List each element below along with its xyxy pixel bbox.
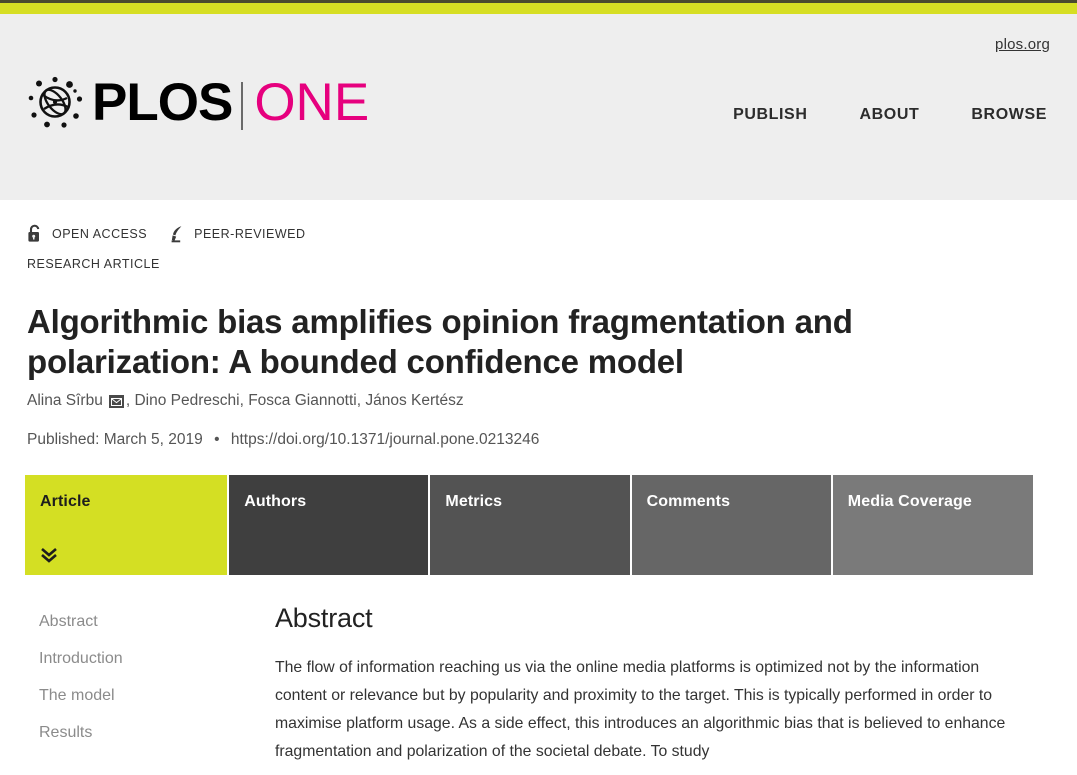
tab-comments[interactable]: Comments	[631, 474, 831, 575]
author-name[interactable]: Dino Pedreschi	[134, 392, 239, 410]
author-name[interactable]: Fosca Giannotti	[248, 392, 357, 410]
nav-item-browse[interactable]: BROWSE	[971, 106, 1047, 124]
sidebar-item-introduction[interactable]: Introduction	[25, 650, 275, 668]
doi-link[interactable]: https://doi.org/10.1371/journal.pone.021…	[231, 431, 540, 448]
content-area: Abstract Introduction The model Results …	[0, 603, 1077, 766]
badge-group: OPEN ACCESS PEER-REVIEWED	[27, 224, 1077, 243]
author-separator: ,	[239, 391, 249, 409]
bullet-separator: •	[214, 430, 220, 448]
article-section-nav: Abstract Introduction The model Results	[25, 603, 275, 766]
open-access-badge[interactable]: OPEN ACCESS	[27, 224, 147, 243]
article-content: Abstract The flow of information reachin…	[275, 603, 1077, 766]
author-separator: ,	[356, 391, 366, 409]
publication-line: Published: March 5, 2019 • https://doi.o…	[27, 431, 1077, 449]
plos-globe-icon	[24, 71, 86, 133]
tab-label: Media Coverage	[847, 492, 972, 510]
site-header: plos.org PLOS ONE PUBLISH ABOUT BROWSE	[0, 14, 1077, 200]
nav-item-publish[interactable]: PUBLISH	[733, 106, 807, 124]
tab-label: Comments	[646, 492, 731, 510]
peer-reviewed-label: PEER-REVIEWED	[194, 226, 306, 241]
sidebar-item-abstract[interactable]: Abstract	[25, 613, 275, 631]
logo-divider	[241, 82, 244, 130]
main-navigation: PUBLISH ABOUT BROWSE	[733, 106, 1047, 124]
quill-icon	[169, 224, 185, 243]
tab-label: Metrics	[445, 492, 503, 510]
tab-metrics[interactable]: Metrics	[430, 474, 630, 575]
tab-label: Article	[40, 492, 91, 510]
top-accent-bar	[0, 3, 1077, 14]
article-tab-bar: Article Authors Metrics Comments Media C…	[25, 474, 1033, 575]
author-name[interactable]: János Kertész	[365, 392, 463, 410]
tab-article[interactable]: Article	[25, 474, 228, 575]
abstract-paragraph: The flow of information reaching us via …	[275, 658, 1006, 760]
abstract-heading: Abstract	[275, 602, 373, 633]
author-separator: ,	[125, 391, 135, 409]
plos-org-link[interactable]: plos.org	[995, 36, 1050, 53]
article-meta-strip: OPEN ACCESS PEER-REVIEWED RESEARCH ARTIC…	[0, 200, 1077, 271]
tab-label: Authors	[244, 492, 307, 510]
unlock-icon	[27, 224, 43, 243]
peer-reviewed-badge[interactable]: PEER-REVIEWED	[169, 224, 305, 243]
sidebar-item-the-model[interactable]: The model	[25, 687, 275, 705]
published-date: Published: March 5, 2019	[27, 430, 203, 448]
sidebar-item-results[interactable]: Results	[25, 724, 275, 742]
tab-media-coverage[interactable]: Media Coverage	[832, 474, 1033, 575]
nav-item-about[interactable]: ABOUT	[860, 106, 920, 124]
article-type-label: RESEARCH ARTICLE	[27, 257, 160, 271]
logo-one-text: ONE	[254, 72, 370, 132]
tab-authors[interactable]: Authors	[229, 474, 429, 575]
author-name[interactable]: Alina Sîrbu	[27, 392, 103, 410]
page-title: Algorithmic bias amplifies opinion fragm…	[27, 303, 853, 381]
envelope-icon[interactable]	[108, 395, 124, 408]
chevron-double-down-icon[interactable]	[39, 546, 59, 564]
open-access-label: OPEN ACCESS	[52, 226, 148, 241]
plos-one-logo[interactable]: PLOS ONE	[24, 71, 369, 133]
author-list: Alina Sîrbu , Dino Pedreschi , Fosca Gia…	[27, 392, 1077, 410]
logo-plos-text: PLOS	[92, 72, 233, 132]
article-title-block: Algorithmic bias amplifies opinion fragm…	[0, 302, 1077, 449]
